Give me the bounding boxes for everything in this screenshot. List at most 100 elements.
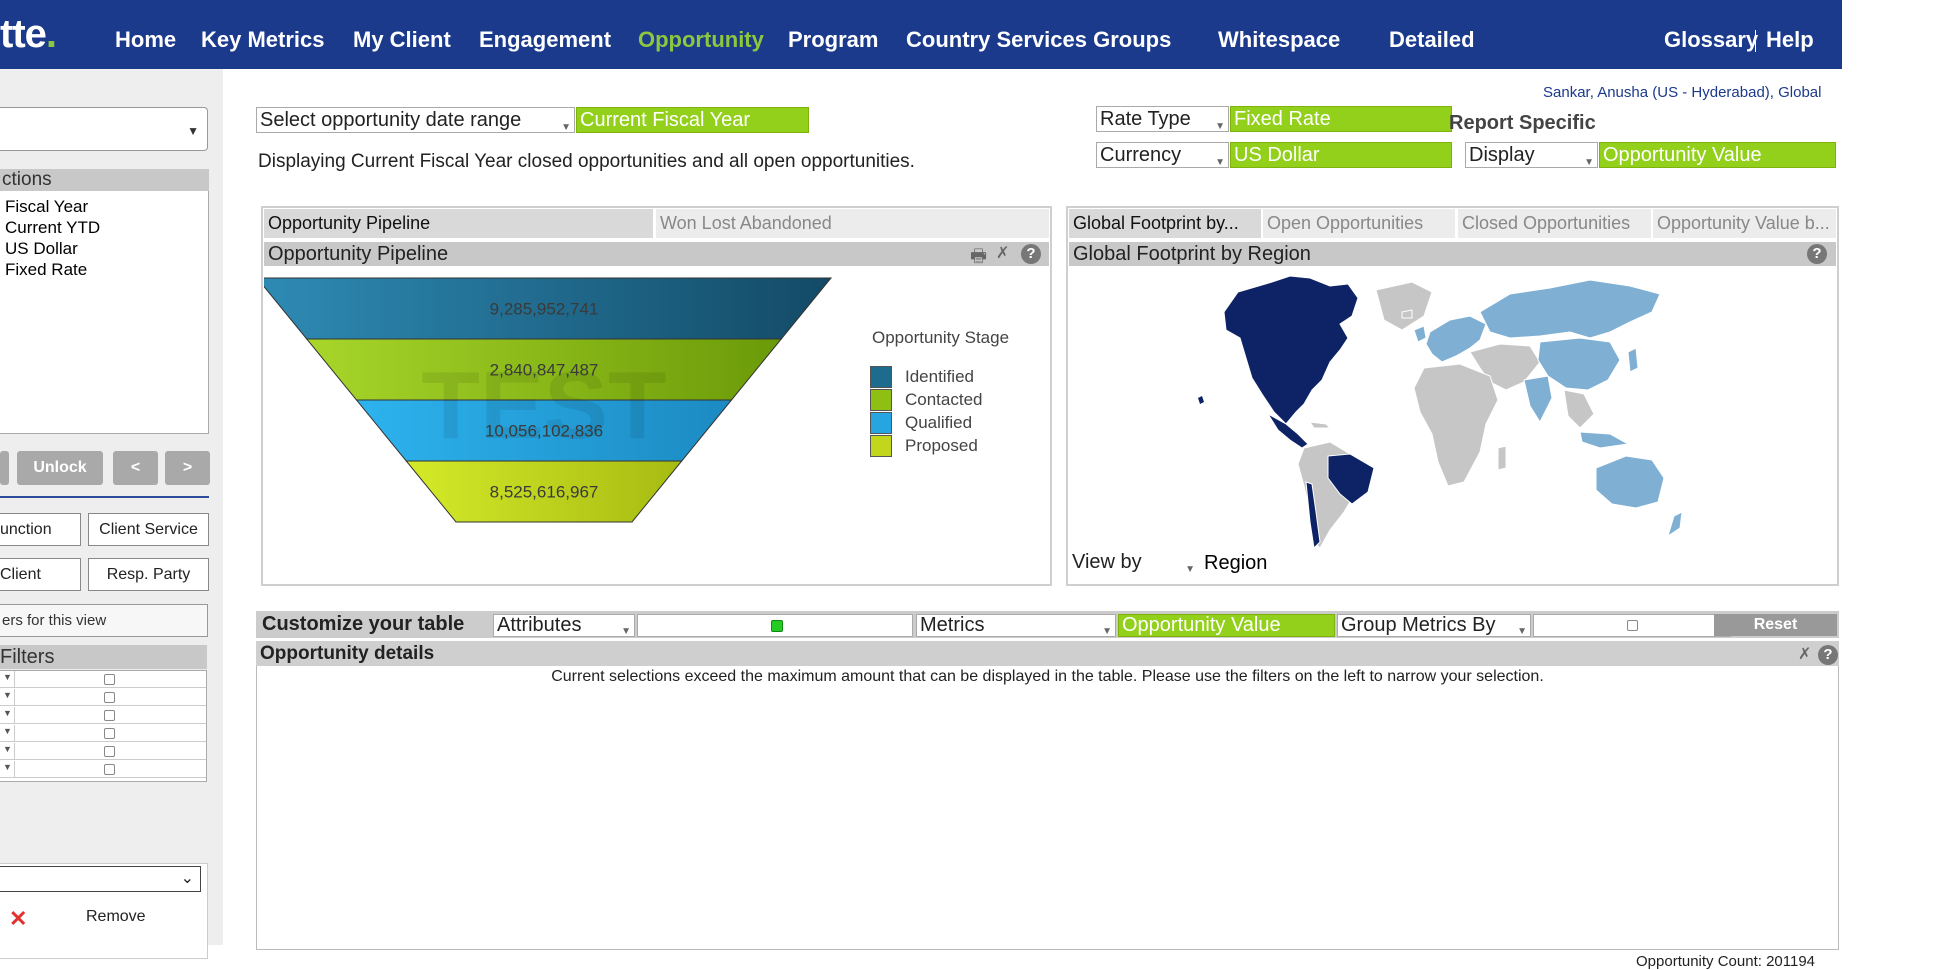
metrics-label: Metrics bbox=[920, 614, 985, 636]
clear-selection-icon[interactable]: ✗ bbox=[1798, 644, 1811, 664]
chevron-down-icon[interactable]: ▼ bbox=[3, 672, 12, 682]
display-value[interactable]: Opportunity Value bbox=[1599, 142, 1836, 168]
group-metrics-dropdown[interactable]: Group Metrics By ▼ bbox=[1337, 614, 1531, 637]
unlock-button[interactable]: Unlock bbox=[17, 451, 103, 485]
date-range-value[interactable]: Current Fiscal Year bbox=[576, 107, 809, 133]
chevron-down-icon[interactable]: ▼ bbox=[3, 744, 12, 754]
nav-my-client[interactable]: My Client bbox=[353, 27, 451, 53]
tab-closed-opportunities[interactable]: Closed Opportunities bbox=[1458, 209, 1651, 238]
rate-type-value[interactable]: Fixed Rate bbox=[1230, 106, 1452, 132]
report-specific-heading: Report Specific bbox=[1449, 112, 1596, 134]
function-button[interactable]: unction bbox=[0, 513, 81, 546]
date-range-description: Displaying Current Fiscal Year closed op… bbox=[258, 151, 915, 172]
filter-row[interactable]: ▼ bbox=[0, 671, 206, 688]
tab-won-lost-abandoned[interactable]: Won Lost Abandoned bbox=[656, 209, 1049, 238]
nav-home[interactable]: Home bbox=[115, 27, 176, 53]
back-button[interactable]: < bbox=[113, 451, 158, 485]
remove-icon[interactable]: ✕ bbox=[9, 906, 27, 932]
help-icon[interactable]: ? bbox=[1021, 244, 1041, 264]
logo-dot: . bbox=[45, 12, 57, 56]
legend-swatch bbox=[870, 412, 892, 434]
map-region-russia bbox=[1479, 279, 1661, 339]
filters-header: Filters bbox=[0, 645, 207, 669]
currency-value[interactable]: US Dollar bbox=[1230, 142, 1452, 168]
tab-opportunity-value[interactable]: Opportunity Value b... bbox=[1653, 209, 1836, 238]
rate-type-dropdown[interactable]: Rate Type ▼ bbox=[1096, 106, 1229, 132]
chevron-down-icon: ⌄ bbox=[180, 870, 194, 887]
filters-for-view-button[interactable]: ers for this view bbox=[0, 604, 208, 637]
filter-row[interactable]: ▼ bbox=[0, 689, 206, 706]
world-map[interactable] bbox=[1180, 272, 1700, 552]
legend-label: Proposed bbox=[905, 436, 978, 455]
tab-open-opportunities[interactable]: Open Opportunities bbox=[1263, 209, 1455, 238]
filter-checkbox[interactable] bbox=[104, 710, 115, 721]
display-label: Display bbox=[1469, 144, 1535, 166]
forward-button[interactable]: > bbox=[165, 451, 210, 485]
chevron-down-icon: ▼ bbox=[1517, 626, 1527, 637]
chevron-down-icon[interactable]: ▼ bbox=[3, 726, 12, 736]
filter-checkbox[interactable] bbox=[104, 692, 115, 703]
attributes-dropdown[interactable]: Attributes ▼ bbox=[493, 614, 635, 637]
legend-title: Opportunity Stage bbox=[872, 328, 1010, 347]
funnel-value-label: 2,840,847,487 bbox=[490, 361, 599, 380]
filter-row[interactable]: ▼ bbox=[0, 743, 206, 760]
display-dropdown[interactable]: Display ▼ bbox=[1465, 142, 1598, 168]
resp-party-button[interactable]: Resp. Party bbox=[88, 558, 209, 591]
help-icon[interactable]: ? bbox=[1818, 645, 1838, 665]
filter-checkbox[interactable] bbox=[104, 746, 115, 757]
view-by-dropdown[interactable]: View by ▼ bbox=[1069, 550, 1198, 576]
selection-item[interactable]: US Dollar bbox=[5, 239, 78, 259]
filter-checkbox[interactable] bbox=[104, 728, 115, 739]
chevron-down-icon: ▼ bbox=[621, 626, 631, 637]
nav-key-metrics[interactable]: Key Metrics bbox=[201, 27, 325, 53]
print-icon[interactable]: 🖶 bbox=[970, 244, 987, 274]
client-button[interactable]: Client bbox=[0, 558, 81, 591]
chevron-down-icon[interactable]: ▼ bbox=[3, 708, 12, 718]
metrics-value[interactable]: Opportunity Value bbox=[1118, 614, 1335, 637]
nav-opportunity[interactable]: Opportunity bbox=[638, 27, 764, 53]
map-region-india bbox=[1523, 375, 1553, 424]
group-checkbox[interactable] bbox=[1627, 620, 1638, 631]
nav-engagement[interactable]: Engagement bbox=[479, 27, 611, 53]
attributes-selector[interactable] bbox=[637, 614, 913, 637]
help-icon[interactable]: ? bbox=[1807, 244, 1827, 264]
chevron-down-icon[interactable]: ▼ bbox=[3, 762, 12, 772]
lock-button[interactable] bbox=[0, 451, 9, 485]
filter-row[interactable]: ▼ bbox=[0, 761, 206, 778]
date-range-dropdown[interactable]: Select opportunity date range ▼ bbox=[256, 107, 575, 133]
left-top-dropdown[interactable]: ▼ bbox=[0, 107, 208, 151]
group-metrics-selector[interactable] bbox=[1533, 614, 1731, 637]
chevron-down-icon[interactable]: ▼ bbox=[3, 690, 12, 700]
chevron-down-icon: ▼ bbox=[1185, 564, 1195, 575]
selection-item[interactable]: Current YTD bbox=[5, 218, 100, 238]
chevron-down-icon: ▼ bbox=[187, 124, 199, 138]
nav-whitespace[interactable]: Whitespace bbox=[1218, 27, 1340, 53]
metrics-dropdown[interactable]: Metrics ▼ bbox=[916, 614, 1116, 637]
date-range-label: Select opportunity date range bbox=[260, 109, 522, 131]
reset-button[interactable]: Reset bbox=[1714, 614, 1837, 636]
selection-item[interactable]: Fixed Rate bbox=[5, 260, 87, 280]
bookmark-dropdown[interactable]: ⌄ bbox=[0, 866, 201, 892]
selection-item[interactable]: Fiscal Year bbox=[5, 197, 88, 217]
nav-help[interactable]: Help bbox=[1766, 27, 1814, 53]
client-service-button[interactable]: Client Service bbox=[88, 513, 209, 546]
map-region-north-america bbox=[1223, 275, 1359, 425]
brand-logo[interactable]: tte. bbox=[0, 12, 57, 57]
filter-row[interactable]: ▼ bbox=[0, 707, 206, 724]
tab-opportunity-pipeline[interactable]: Opportunity Pipeline bbox=[264, 209, 653, 238]
nav-program[interactable]: Program bbox=[788, 27, 878, 53]
remove-label[interactable]: Remove bbox=[86, 908, 146, 926]
currency-dropdown[interactable]: Currency ▼ bbox=[1096, 142, 1229, 168]
filter-checkbox[interactable] bbox=[104, 674, 115, 685]
opportunity-count: Opportunity Count: 201194 bbox=[1636, 953, 1816, 970]
funnel-chart: TEST 9,285,952,7412,840,847,48710,056,10… bbox=[264, 277, 833, 523]
view-by-value[interactable]: Region bbox=[1204, 552, 1267, 575]
nav-detailed[interactable]: Detailed bbox=[1389, 27, 1475, 53]
map-region-china bbox=[1537, 337, 1621, 391]
tab-global-footprint[interactable]: Global Footprint by... bbox=[1069, 209, 1261, 238]
filter-row[interactable]: ▼ bbox=[0, 725, 206, 742]
nav-glossary[interactable]: Glossary bbox=[1664, 27, 1758, 53]
filter-checkbox[interactable] bbox=[104, 764, 115, 775]
clear-selection-icon[interactable]: ✗ bbox=[996, 243, 1009, 263]
nav-country-services-groups[interactable]: Country Services Groups bbox=[906, 27, 1171, 53]
